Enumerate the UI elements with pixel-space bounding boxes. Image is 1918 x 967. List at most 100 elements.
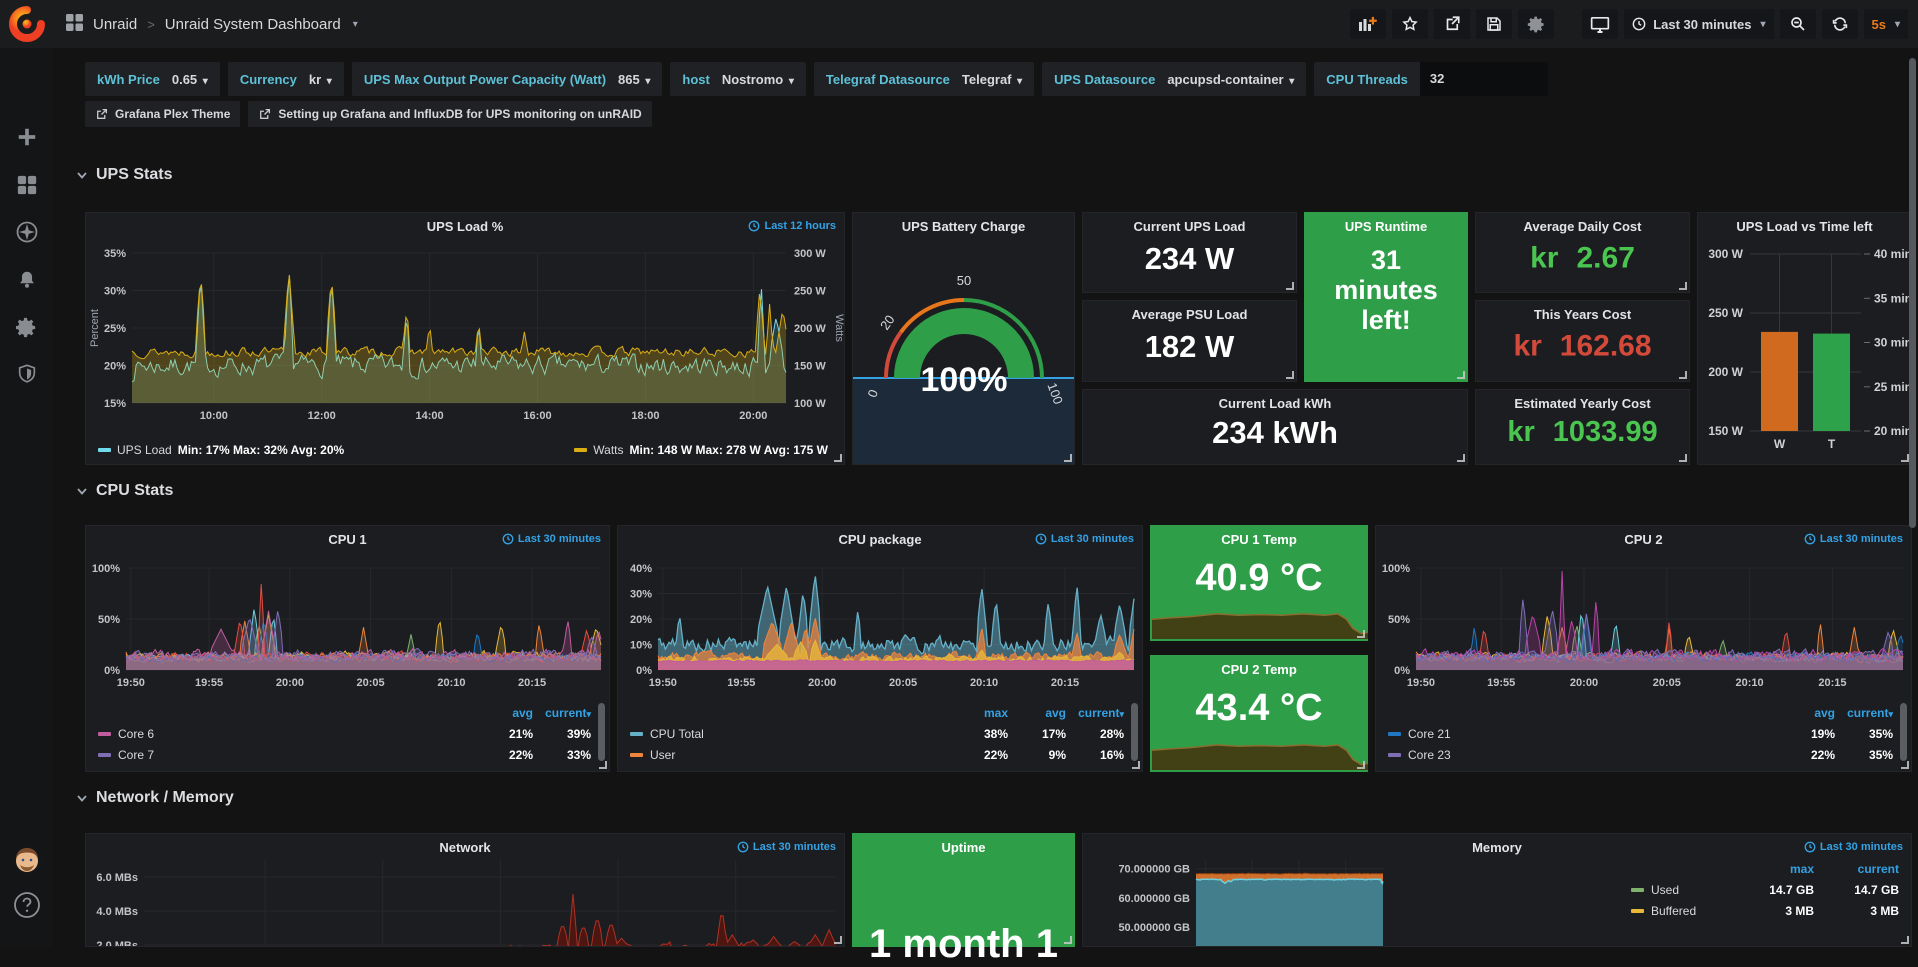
legend-table: maxavgcurrent▾CPU Total38%17%28%User22%9…: [630, 702, 1124, 765]
legend-scrollbar[interactable]: [1131, 703, 1138, 761]
avatar[interactable]: [0, 843, 53, 877]
legend-series-toggle[interactable]: User: [630, 748, 950, 762]
legend-row: Buffered3 MB3 MB: [1631, 900, 1899, 921]
panel-title[interactable]: Uptime: [853, 840, 1074, 855]
panel-title[interactable]: Average PSU Load: [1083, 307, 1296, 322]
legend-col-avg[interactable]: avg: [1008, 706, 1066, 720]
star-dashboard-button[interactable]: [1392, 9, 1428, 39]
panel-title[interactable]: CPU 2 Temp: [1151, 662, 1367, 677]
gauge-value: 100%: [921, 361, 1008, 399]
legend-scrollbar[interactable]: [1900, 703, 1907, 761]
variable-cpu-threads: CPU Threads32: [1314, 62, 1548, 96]
legend-col-max[interactable]: max: [1744, 862, 1814, 876]
cycle-view-monitor-button[interactable]: [1582, 9, 1618, 39]
dashboard-settings-button[interactable]: [1518, 9, 1554, 39]
section-cpu-stats[interactable]: CPU Stats: [76, 482, 173, 500]
legend-series-toggle[interactable]: Used: [1631, 883, 1744, 897]
svg-text:4.0 MBs: 4.0 MBs: [96, 906, 138, 918]
panel-estimated-yearly-cost: Estimated Yearly Cost kr1033.99: [1475, 389, 1690, 465]
grafana-logo-icon[interactable]: [8, 5, 46, 43]
legend-series-toggle[interactable]: Core 23: [1388, 748, 1777, 762]
legend-col-current[interactable]: current▾: [1066, 706, 1124, 720]
variable-value-dropdown[interactable]: apcupsd-container ▾: [1167, 72, 1294, 87]
svg-text:20:05: 20:05: [357, 677, 385, 689]
panel-title[interactable]: Current UPS Load: [1083, 219, 1296, 234]
panel-title[interactable]: UPS Battery Charge: [853, 219, 1074, 234]
configuration-gear-icon[interactable]: [0, 310, 53, 344]
section-title: Network / Memory: [96, 789, 234, 807]
save-dashboard-button[interactable]: [1476, 9, 1512, 39]
legend-series-toggle[interactable]: Core 6: [98, 727, 475, 741]
zoom-out-button[interactable]: [1780, 9, 1816, 39]
legend-col-current[interactable]: current▾: [1835, 706, 1893, 720]
panel-title[interactable]: Current Load kWh: [1083, 396, 1467, 411]
svg-text:15%: 15%: [104, 398, 126, 410]
legend-item[interactable]: WattsMin: 148 W Max: 278 W Avg: 175 W: [574, 443, 828, 457]
breadcrumb-app[interactable]: Unraid: [93, 16, 137, 33]
dashboard-link[interactable]: Grafana Plex Theme: [85, 101, 240, 127]
add-panel-button[interactable]: [1350, 9, 1386, 39]
variable-value-dropdown[interactable]: Nostromo ▾: [722, 72, 794, 87]
dashboard-link[interactable]: Setting up Grafana and InfluxDB for UPS …: [248, 101, 651, 127]
legend-col-current[interactable]: current▾: [533, 706, 591, 720]
chevron-down-icon: [76, 485, 88, 497]
legend-scrollbar[interactable]: [598, 703, 605, 761]
share-dashboard-button[interactable]: [1434, 9, 1470, 39]
stat-value: kr162.68: [1476, 329, 1689, 363]
panel-time-range-link[interactable]: Last 30 minutes: [1804, 533, 1903, 545]
panel-title[interactable]: Estimated Yearly Cost: [1476, 396, 1689, 411]
panel-time-range-link[interactable]: Last 30 minutes: [1804, 841, 1903, 853]
svg-text:150 W: 150 W: [1708, 424, 1743, 438]
legend-item[interactable]: UPS LoadMin: 17% Max: 32% Avg: 20%: [98, 443, 344, 457]
panel-title[interactable]: UPS Load %: [86, 219, 844, 234]
panel-time-range-link[interactable]: Last 30 minutes: [1035, 533, 1134, 545]
panel-title[interactable]: This Years Cost: [1476, 307, 1689, 322]
legend-col-avg[interactable]: avg: [1777, 706, 1835, 720]
dashboards-icon[interactable]: [0, 168, 53, 202]
svg-text:60.000000 GB: 60.000000 GB: [1118, 893, 1190, 905]
legend-series-toggle[interactable]: Core 7: [98, 748, 475, 762]
alerting-bell-icon[interactable]: [0, 263, 53, 297]
panel-time-range-link[interactable]: Last 30 minutes: [737, 841, 836, 853]
time-range-picker[interactable]: Last 30 minutes ▾: [1624, 9, 1773, 39]
gauge-body[interactable]: 02050100100%: [853, 213, 1074, 464]
svg-text:18:00: 18:00: [631, 410, 659, 422]
legend-col-avg[interactable]: avg: [475, 706, 533, 720]
panel-time-range-link[interactable]: Last 12 hours: [748, 220, 836, 232]
chart-body[interactable]: 35%30%25%20%15%10:0012:0014:0016:0018:00…: [86, 213, 844, 464]
dashboard-dropdown-caret-icon[interactable]: ▾: [353, 19, 358, 30]
legend-series-toggle[interactable]: Core 21: [1388, 727, 1777, 741]
panel-title[interactable]: UPS Runtime: [1305, 219, 1467, 234]
svg-text:250 W: 250 W: [1708, 306, 1743, 320]
panel-time-range-link[interactable]: Last 30 minutes: [502, 533, 601, 545]
panel-title[interactable]: CPU 1 Temp: [1151, 532, 1367, 547]
panel-title[interactable]: UPS Load vs Time left: [1698, 219, 1911, 234]
legend-col-current[interactable]: current: [1814, 862, 1899, 876]
variable-value-dropdown[interactable]: 865 ▾: [618, 72, 650, 87]
variable-value-dropdown[interactable]: 0.65 ▾: [172, 72, 208, 87]
legend-col-max[interactable]: max: [950, 706, 1008, 720]
explore-compass-icon[interactable]: [0, 215, 53, 249]
legend-series-toggle[interactable]: CPU Total: [630, 727, 950, 741]
bars-body[interactable]: 300 W250 W200 W150 W40 min35 min30 min25…: [1698, 213, 1911, 464]
page-scrollbar[interactable]: [1909, 58, 1916, 528]
svg-text:25%: 25%: [104, 323, 126, 335]
svg-text:2.0 MBs: 2.0 MBs: [96, 940, 138, 946]
dashboards-grid-icon[interactable]: [66, 14, 83, 35]
refresh-interval-picker[interactable]: 5s ▾: [1864, 9, 1909, 39]
section-network-memory[interactable]: Network / Memory: [76, 789, 234, 807]
panel-title[interactable]: Network: [86, 840, 844, 855]
refresh-button[interactable]: [1822, 9, 1858, 39]
variable-input[interactable]: 32: [1420, 62, 1548, 96]
legend-series-toggle[interactable]: Buffered: [1631, 904, 1744, 918]
help-icon[interactable]: [0, 888, 53, 922]
variable-label: kWh Price: [97, 72, 160, 87]
variable-value-dropdown[interactable]: kr ▾: [309, 72, 332, 87]
breadcrumb-dashboard-title[interactable]: Unraid System Dashboard: [165, 16, 341, 33]
panel-title[interactable]: Average Daily Cost: [1476, 219, 1689, 234]
section-ups-stats[interactable]: UPS Stats: [76, 166, 172, 184]
variable-value-dropdown[interactable]: Telegraf ▾: [962, 72, 1022, 87]
server-admin-shield-icon[interactable]: [0, 357, 53, 391]
panel-title[interactable]: Memory: [1083, 840, 1911, 855]
create-plus-icon[interactable]: [0, 120, 53, 154]
